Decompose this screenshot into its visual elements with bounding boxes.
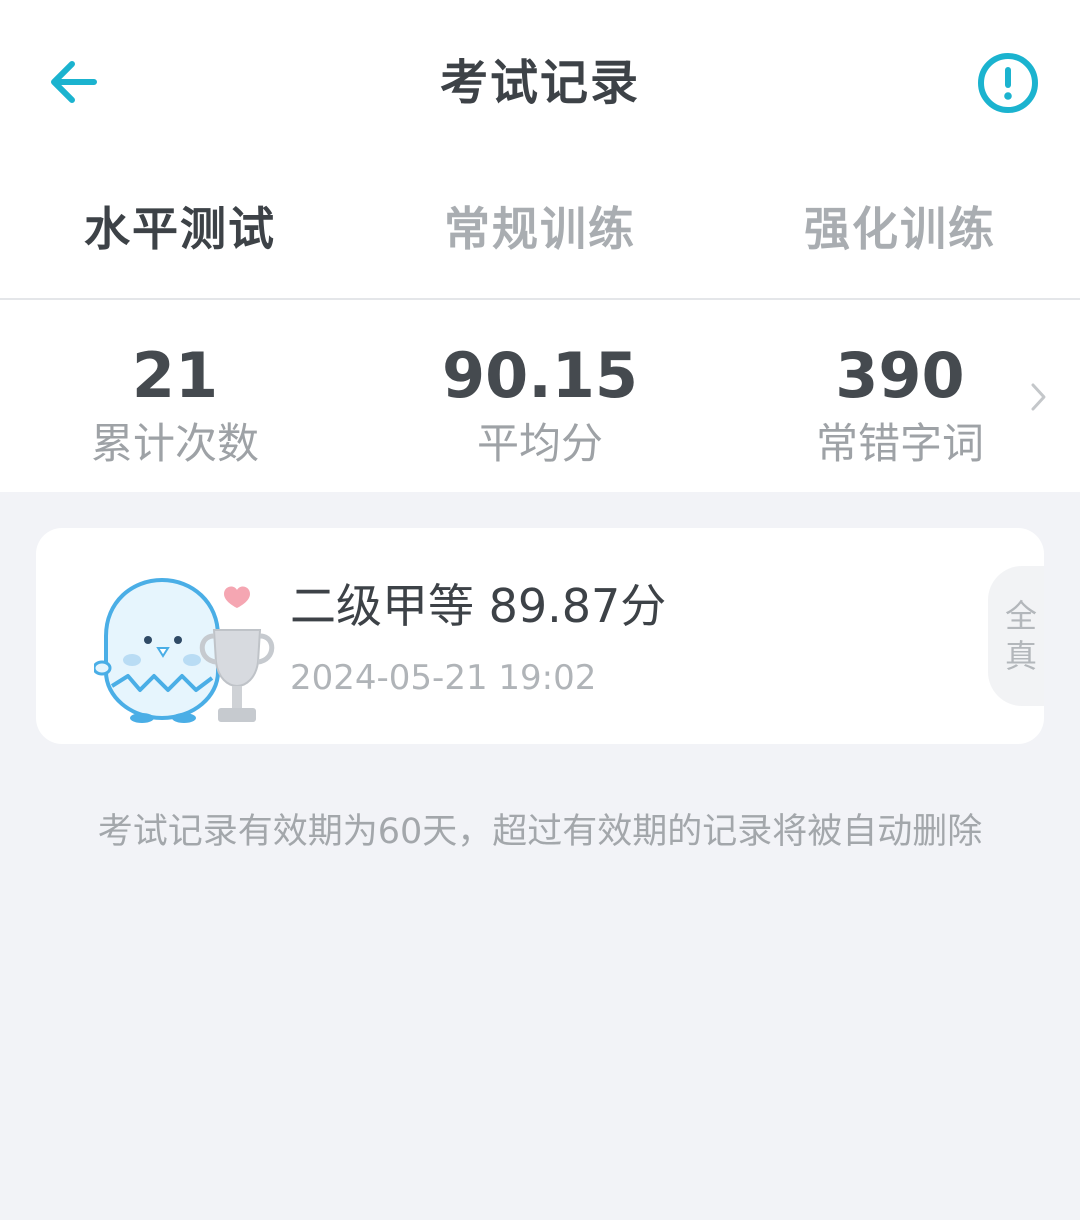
header: 考试记录 (0, 0, 1080, 165)
tab-bar: 水平测试 常规训练 强化训练 (0, 190, 1080, 268)
top-panel: 考试记录 水平测试 常规训练 强化训练 21 累计次数 90.15 平均分 39… (0, 0, 1080, 492)
chevron-right-icon[interactable] (1026, 380, 1050, 414)
stat-value: 90.15 (441, 339, 639, 412)
tag-char: 全 (1004, 597, 1037, 635)
exclamation-circle-icon (978, 53, 1038, 113)
record-tag-badge: 全 真 (988, 566, 1044, 706)
retention-notice: 考试记录有效期为60天，超过有效期的记录将被自动删除 (97, 812, 983, 852)
record-card[interactable]: 二级甲等 89.87分 2024-05-21 19:02 全 真 (36, 528, 1044, 744)
stat-label: 平均分 (476, 419, 603, 468)
mascot-trophy-icon (94, 577, 275, 723)
tab-level-test[interactable]: 水平测试 (0, 190, 360, 268)
record-time: 2024-05-21 19:02 (290, 658, 597, 698)
stat-average-score: 90.15 平均分 (360, 338, 720, 472)
stat-value: 21 (131, 339, 219, 412)
tab-regular-training[interactable]: 常规训练 (360, 190, 720, 268)
info-button[interactable] (976, 51, 1040, 115)
record-title: 二级甲等 89.87分 (290, 579, 667, 633)
stats-summary[interactable]: 21 累计次数 90.15 平均分 390 常错字词 (0, 300, 1080, 492)
tag-char: 真 (1004, 637, 1037, 675)
stat-total-count: 21 累计次数 (0, 338, 355, 472)
stat-label: 常错字词 (815, 419, 984, 468)
page-title: 考试记录 (439, 55, 640, 111)
tab-intensive-training[interactable]: 强化训练 (720, 190, 1080, 268)
stat-label: 累计次数 (90, 419, 259, 468)
